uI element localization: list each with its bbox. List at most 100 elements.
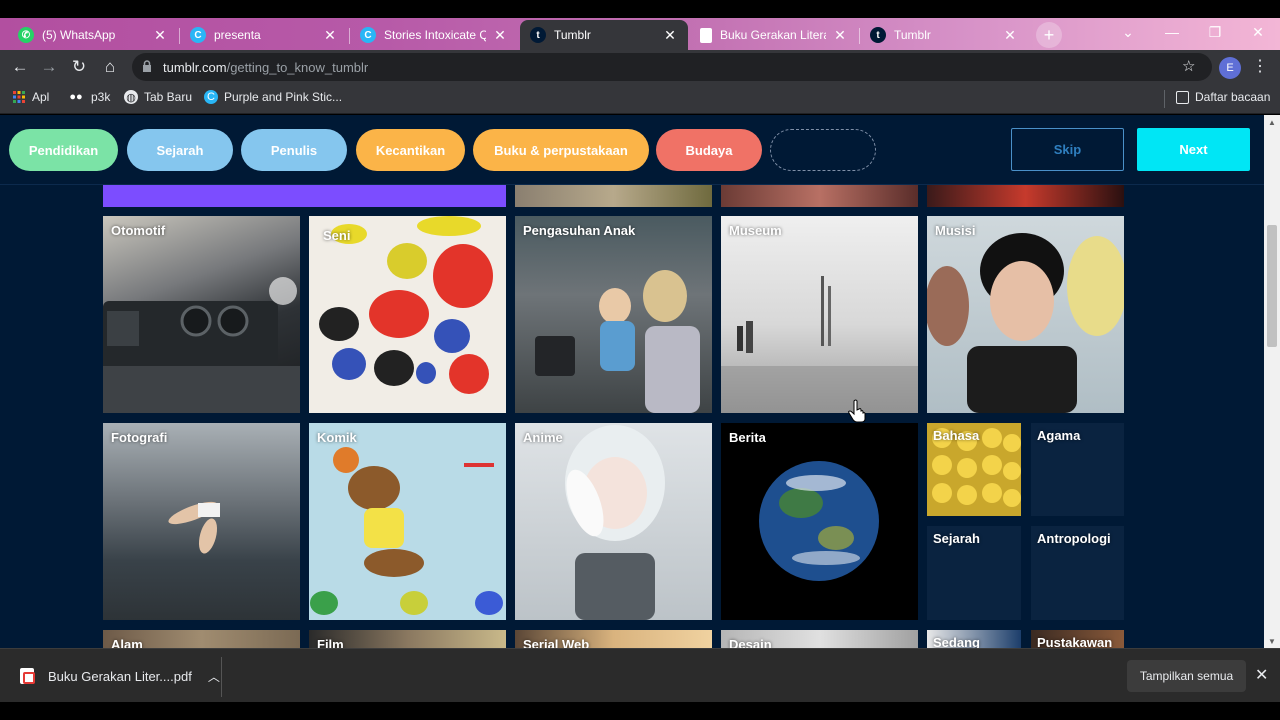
tile-sedang[interactable]: Sedang bbox=[927, 630, 1021, 648]
tile-label: Serial Web bbox=[523, 637, 590, 648]
pill-budaya[interactable]: Budaya bbox=[656, 129, 762, 171]
tile-label: Alam bbox=[111, 637, 143, 648]
tile-agama[interactable]: Agama bbox=[1031, 423, 1124, 516]
tile-anime[interactable]: Anime bbox=[515, 423, 712, 620]
tab-stories[interactable]: C Stories Intoxicate Quo ✕ bbox=[350, 20, 518, 50]
back-icon[interactable]: ← bbox=[9, 56, 31, 78]
tab-buku[interactable]: Buku Gerakan Literasi ✕ bbox=[690, 20, 858, 50]
tumblr-icon: t bbox=[870, 27, 886, 43]
tile-musisi[interactable]: Musisi bbox=[927, 216, 1124, 413]
tile-partial[interactable] bbox=[927, 185, 1124, 207]
earth-image bbox=[759, 461, 879, 581]
tile-otomotif[interactable]: Otomotif bbox=[103, 216, 300, 413]
document-icon bbox=[700, 27, 712, 43]
bookmark-star-icon[interactable]: ☆ bbox=[1182, 57, 1195, 75]
profile-avatar[interactable]: E bbox=[1219, 57, 1241, 79]
tile-museum[interactable]: Museum bbox=[721, 216, 918, 413]
skip-button[interactable]: Skip bbox=[1011, 128, 1124, 171]
page-scrollbar[interactable] bbox=[1264, 115, 1280, 648]
menu-icon[interactable]: ⋮ bbox=[1252, 56, 1268, 76]
bookmark-purple-pink[interactable]: C Purple and Pink Stic... bbox=[204, 90, 342, 104]
reading-list-icon bbox=[1176, 90, 1189, 104]
scroll-down-arrow-icon[interactable]: ▼ bbox=[1264, 634, 1280, 648]
tile-antropologi[interactable]: Antropologi bbox=[1031, 526, 1124, 620]
tile-label: Pengasuhan Anak bbox=[523, 223, 636, 238]
tile-label: Pustakawan bbox=[1037, 635, 1113, 648]
tile-label: Fotografi bbox=[111, 430, 168, 445]
pill-empty-slot bbox=[770, 129, 876, 171]
tile-label: Anime bbox=[523, 430, 563, 445]
tab-tumblr-active[interactable]: t Tumblr ✕ bbox=[520, 20, 688, 50]
show-all-downloads-button[interactable]: Tampilkan semua bbox=[1127, 660, 1246, 692]
tile-serial-web[interactable]: Serial Web bbox=[515, 630, 712, 648]
bookmark-divider bbox=[1164, 90, 1165, 108]
tile-komik[interactable]: Komik bbox=[309, 423, 506, 620]
art-image bbox=[319, 216, 493, 394]
close-icon[interactable]: ✕ bbox=[832, 27, 848, 44]
tile-alam[interactable]: Alam bbox=[103, 630, 300, 648]
tile-label: Desain bbox=[729, 637, 772, 648]
car-image bbox=[103, 277, 300, 413]
bookmark-tab-baru[interactable]: ◍ Tab Baru bbox=[124, 90, 192, 104]
tile-desain[interactable]: Desain bbox=[721, 630, 918, 648]
download-divider bbox=[221, 657, 222, 697]
forward-icon[interactable]: → bbox=[38, 56, 60, 78]
tile-label: Bahasa bbox=[933, 428, 980, 443]
tile-berita[interactable]: Berita bbox=[721, 423, 918, 620]
bookmark-p3k[interactable]: ●● p3k bbox=[67, 90, 110, 104]
canva-icon: C bbox=[204, 90, 218, 104]
close-icon[interactable]: ✕ bbox=[322, 27, 338, 44]
pill-kecantikan[interactable]: Kecantikan bbox=[356, 129, 465, 171]
tile-seni[interactable]: Seni bbox=[309, 216, 506, 413]
tile-label: Museum bbox=[729, 223, 782, 238]
tab-tumblr-2[interactable]: t Tumblr ✕ bbox=[860, 20, 1028, 50]
address-bar[interactable]: tumblr.com/getting_to_know_tumblr bbox=[132, 53, 1212, 81]
home-icon[interactable]: ⌂ bbox=[99, 56, 121, 78]
url-text: tumblr.com/getting_to_know_tumblr bbox=[163, 60, 368, 75]
new-tab-button[interactable]: + bbox=[1036, 22, 1062, 48]
tile-pengasuhan-anak[interactable]: Pengasuhan Anak bbox=[515, 216, 712, 413]
tile-partial[interactable] bbox=[721, 185, 918, 207]
pill-buku-perpustakaan[interactable]: Buku & perpustakaan bbox=[473, 129, 649, 171]
download-file-name: Buku Gerakan Liter....pdf bbox=[48, 668, 192, 684]
close-icon[interactable]: ✕ bbox=[152, 27, 168, 44]
purple-banner-tile[interactable] bbox=[103, 185, 506, 207]
next-button[interactable]: Next bbox=[1137, 128, 1250, 171]
tile-label: Film bbox=[317, 637, 344, 648]
browser-toolbar: ← → ↻ ⌂ tumblr.com/getting_to_know_tumbl… bbox=[0, 50, 1280, 84]
tile-fotografi[interactable]: Fotografi bbox=[103, 423, 300, 620]
minimize-button[interactable]: — bbox=[1152, 24, 1192, 40]
tile-pustakawan[interactable]: Pustakawan bbox=[1031, 630, 1124, 648]
mask-icon: ●● bbox=[69, 91, 83, 103]
topic-selection-bar: Pendidikan Sejarah Penulis Kecantikan Bu… bbox=[0, 115, 1264, 185]
tile-partial[interactable] bbox=[515, 185, 712, 207]
pill-penulis[interactable]: Penulis bbox=[241, 129, 347, 171]
close-icon[interactable]: ✕ bbox=[492, 27, 508, 44]
bookmark-label: Tab Baru bbox=[144, 90, 193, 104]
close-window-button[interactable]: ✕ bbox=[1238, 24, 1278, 41]
bookmark-apl[interactable]: Apl bbox=[12, 90, 49, 104]
close-icon[interactable]: ✕ bbox=[1002, 27, 1018, 44]
close-icon[interactable]: ✕ bbox=[662, 27, 678, 44]
tab-whatsapp[interactable]: ✆ (5) WhatsApp ✕ bbox=[8, 20, 178, 50]
tab-presenta[interactable]: C presenta ✕ bbox=[180, 20, 348, 50]
photography-image bbox=[168, 501, 220, 554]
tile-bahasa[interactable]: Bahasa bbox=[927, 423, 1021, 516]
tile-film[interactable]: Film bbox=[309, 630, 506, 648]
pill-sejarah[interactable]: Sejarah bbox=[127, 129, 233, 171]
scroll-up-arrow-icon[interactable]: ▲ bbox=[1264, 115, 1280, 129]
maximize-button[interactable]: ❐ bbox=[1195, 24, 1235, 41]
download-bar: Buku Gerakan Liter....pdf ︿ Tampilkan se… bbox=[0, 648, 1280, 702]
scrollbar-thumb[interactable] bbox=[1267, 225, 1277, 347]
pill-pendidikan[interactable]: Pendidikan bbox=[9, 129, 118, 171]
tile-sejarah[interactable]: Sejarah bbox=[927, 526, 1021, 620]
tab-search-icon[interactable]: ⌄ bbox=[1108, 24, 1148, 41]
tile-label: Musisi bbox=[935, 223, 976, 238]
reading-list[interactable]: Daftar bacaan bbox=[1176, 90, 1270, 104]
tile-label: Sejarah bbox=[933, 531, 980, 546]
reload-icon[interactable]: ↻ bbox=[68, 56, 90, 78]
download-item[interactable]: Buku Gerakan Liter....pdf ︿ bbox=[12, 661, 220, 691]
chevron-up-icon[interactable]: ︿ bbox=[208, 668, 220, 685]
bookmark-label: Purple and Pink Stic... bbox=[224, 90, 343, 104]
close-icon[interactable]: ✕ bbox=[1255, 665, 1268, 685]
